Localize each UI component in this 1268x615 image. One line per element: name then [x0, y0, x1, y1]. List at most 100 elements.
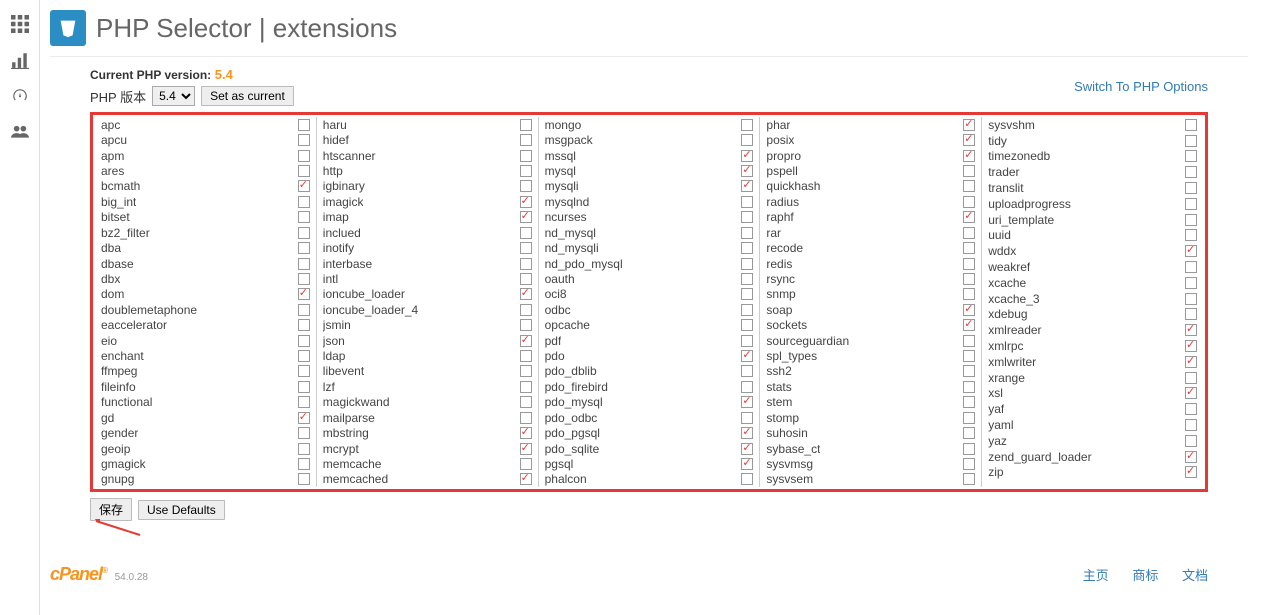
extension-item[interactable]: stats — [760, 379, 981, 394]
extension-checkbox[interactable] — [520, 304, 532, 316]
extension-checkbox[interactable] — [298, 396, 310, 408]
extension-item[interactable]: raphf — [760, 210, 981, 225]
extension-item[interactable]: mssql — [539, 148, 760, 163]
extension-item[interactable]: ldap — [317, 348, 538, 363]
extension-item[interactable]: http — [317, 163, 538, 178]
extension-item[interactable]: nd_pdo_mysql — [539, 256, 760, 271]
extension-item[interactable]: mongo — [539, 117, 760, 132]
extension-item[interactable]: quickhash — [760, 179, 981, 194]
extension-item[interactable]: uploadprogress — [982, 196, 1203, 212]
extension-item[interactable]: xsl — [982, 386, 1203, 402]
extension-item[interactable]: pgsql — [539, 456, 760, 471]
extension-item[interactable]: dba — [95, 240, 316, 255]
extension-checkbox[interactable] — [963, 335, 975, 347]
extension-checkbox[interactable] — [1185, 451, 1197, 463]
extension-item[interactable]: pdo_dblib — [539, 364, 760, 379]
extension-item[interactable]: weakref — [982, 259, 1203, 275]
extension-item[interactable]: mysqlnd — [539, 194, 760, 209]
extension-checkbox[interactable] — [298, 365, 310, 377]
extension-checkbox[interactable] — [520, 473, 532, 485]
extension-checkbox[interactable] — [741, 196, 753, 208]
extension-item[interactable]: xcache_3 — [982, 291, 1203, 307]
extension-checkbox[interactable] — [1185, 119, 1197, 131]
extension-checkbox[interactable] — [298, 180, 310, 192]
set-current-button[interactable]: Set as current — [201, 86, 294, 106]
extension-item[interactable]: inotify — [317, 240, 538, 255]
extension-item[interactable]: geoip — [95, 441, 316, 456]
extension-item[interactable]: intl — [317, 271, 538, 286]
extension-item[interactable]: propro — [760, 148, 981, 163]
extension-item[interactable]: yaml — [982, 417, 1203, 433]
extension-checkbox[interactable] — [298, 288, 310, 300]
extension-checkbox[interactable] — [741, 288, 753, 300]
extension-checkbox[interactable] — [963, 180, 975, 192]
extension-checkbox[interactable] — [963, 150, 975, 162]
extension-item[interactable]: timezonedb — [982, 149, 1203, 165]
extension-item[interactable]: zend_guard_loader — [982, 449, 1203, 465]
extension-item[interactable]: opcache — [539, 317, 760, 332]
footer-docs-link[interactable]: 文档 — [1182, 568, 1208, 583]
extension-checkbox[interactable] — [298, 227, 310, 239]
extension-item[interactable]: zip — [982, 465, 1203, 481]
extension-item[interactable]: apm — [95, 148, 316, 163]
extension-checkbox[interactable] — [298, 242, 310, 254]
extension-checkbox[interactable] — [298, 473, 310, 485]
extension-checkbox[interactable] — [520, 350, 532, 362]
dashboard-icon[interactable] — [0, 80, 40, 112]
extension-item[interactable]: dbase — [95, 256, 316, 271]
extension-item[interactable]: sysvsem — [760, 472, 981, 487]
extension-item[interactable]: yaz — [982, 433, 1203, 449]
extension-item[interactable]: wddx — [982, 243, 1203, 259]
extension-checkbox[interactable] — [1185, 466, 1197, 478]
extension-item[interactable]: spl_types — [760, 348, 981, 363]
extension-checkbox[interactable] — [963, 211, 975, 223]
extension-checkbox[interactable] — [520, 458, 532, 470]
extension-checkbox[interactable] — [298, 258, 310, 270]
extension-item[interactable]: rsync — [760, 271, 981, 286]
extension-checkbox[interactable] — [963, 396, 975, 408]
extension-checkbox[interactable] — [1185, 308, 1197, 320]
extension-checkbox[interactable] — [520, 119, 532, 131]
extension-checkbox[interactable] — [963, 365, 975, 377]
extension-checkbox[interactable] — [1185, 182, 1197, 194]
extension-item[interactable]: ioncube_loader — [317, 287, 538, 302]
extension-item[interactable]: xrange — [982, 370, 1203, 386]
extension-item[interactable]: mailparse — [317, 410, 538, 425]
extension-checkbox[interactable] — [741, 258, 753, 270]
extension-checkbox[interactable] — [741, 396, 753, 408]
extension-item[interactable]: mbstring — [317, 425, 538, 440]
extension-checkbox[interactable] — [298, 350, 310, 362]
extension-item[interactable]: hidef — [317, 132, 538, 147]
extension-item[interactable]: gender — [95, 425, 316, 440]
extension-item[interactable]: libevent — [317, 364, 538, 379]
extension-checkbox[interactable] — [963, 350, 975, 362]
extension-checkbox[interactable] — [298, 412, 310, 424]
extension-item[interactable]: functional — [95, 395, 316, 410]
extension-item[interactable]: bcmath — [95, 179, 316, 194]
extension-item[interactable]: pdo_pgsql — [539, 425, 760, 440]
stats-icon[interactable] — [0, 44, 40, 76]
extension-item[interactable]: ncurses — [539, 210, 760, 225]
extension-checkbox[interactable] — [1185, 277, 1197, 289]
extension-item[interactable]: gmagick — [95, 456, 316, 471]
extension-checkbox[interactable] — [298, 119, 310, 131]
extension-item[interactable]: ssh2 — [760, 364, 981, 379]
extension-item[interactable]: mysqli — [539, 179, 760, 194]
extension-checkbox[interactable] — [1185, 229, 1197, 241]
extension-item[interactable]: sysvshm — [982, 117, 1203, 133]
extension-item[interactable]: apcu — [95, 132, 316, 147]
extension-item[interactable]: mcrypt — [317, 441, 538, 456]
extension-checkbox[interactable] — [520, 365, 532, 377]
extension-checkbox[interactable] — [963, 319, 975, 331]
extension-item[interactable]: inclued — [317, 225, 538, 240]
extension-checkbox[interactable] — [298, 427, 310, 439]
extension-checkbox[interactable] — [298, 335, 310, 347]
extension-item[interactable]: xmlwriter — [982, 354, 1203, 370]
extension-item[interactable]: eaccelerator — [95, 317, 316, 332]
extension-item[interactable]: pdo_mysql — [539, 395, 760, 410]
extension-checkbox[interactable] — [963, 196, 975, 208]
extension-checkbox[interactable] — [963, 458, 975, 470]
users-icon[interactable] — [0, 116, 40, 148]
extension-checkbox[interactable] — [298, 134, 310, 146]
extension-item[interactable]: sourceguardian — [760, 333, 981, 348]
